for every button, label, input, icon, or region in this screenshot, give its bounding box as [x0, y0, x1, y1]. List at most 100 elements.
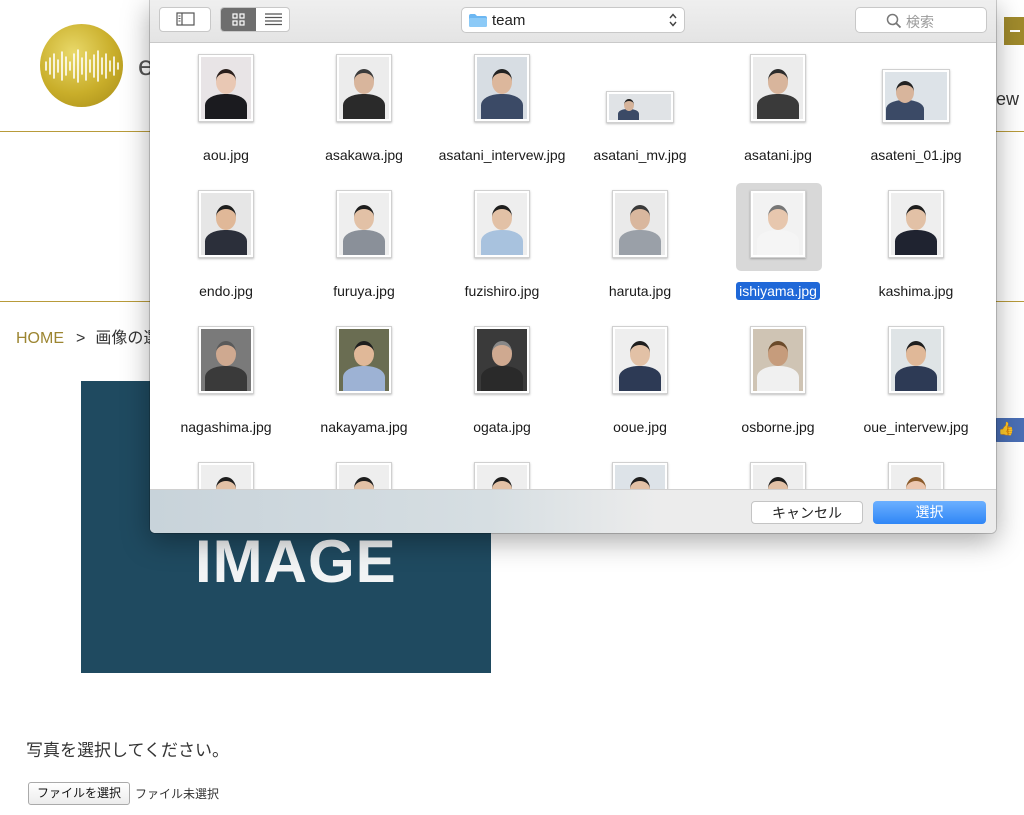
file-thumbnail[interactable]	[198, 54, 254, 122]
file-thumbnail[interactable]	[336, 190, 392, 258]
file-name-text: asatani_mv.jpg	[593, 147, 687, 163]
file-item[interactable]: ogata.jpg	[433, 325, 571, 445]
search-field[interactable]: 検索	[855, 7, 987, 33]
file-thumbnail[interactable]	[474, 462, 530, 489]
file-item[interactable]: oue_intervew.jpg	[847, 325, 985, 445]
file-item[interactable]: asatani_mv.jpg	[571, 53, 709, 173]
file-thumbnail[interactable]	[612, 462, 668, 489]
file-item[interactable]: asakawa.jpg	[295, 53, 433, 173]
select-photo-prompt: 写真を選択してください。	[26, 741, 229, 760]
file-name-label: asatani_mv.jpg	[571, 146, 709, 165]
file-item[interactable]	[847, 461, 985, 489]
photo-image	[201, 193, 251, 255]
file-status-text: ファイル未選択	[135, 787, 220, 801]
file-name-text: asatani_intervew.jpg	[438, 147, 566, 163]
file-name-text: asatani.jpg	[744, 147, 812, 163]
file-item[interactable]: ooue.jpg	[571, 325, 709, 445]
sidebar-toggle-button[interactable]	[159, 7, 211, 32]
facebook-like-button[interactable]: 👍	[994, 418, 1024, 442]
file-name-label: ishiyama.jpg	[709, 282, 847, 301]
file-name-text: osborne.jpg	[741, 419, 815, 435]
thumbs-up-icon: 👍	[998, 421, 1015, 436]
photo-image	[753, 193, 803, 255]
file-thumbnail[interactable]	[606, 91, 674, 123]
file-thumbnail[interactable]	[336, 326, 392, 394]
file-item[interactable]	[433, 461, 571, 489]
file-item[interactable]: ishiyama.jpg	[709, 189, 847, 309]
file-thumbnail[interactable]	[198, 190, 254, 258]
view-mode-segmented[interactable]	[220, 7, 290, 32]
file-item[interactable]: kashima.jpg	[847, 189, 985, 309]
file-item[interactable]: asatani.jpg	[709, 53, 847, 173]
cancel-button[interactable]: キャンセル	[751, 501, 863, 524]
file-item[interactable]: fuzishiro.jpg	[433, 189, 571, 309]
file-name-text: asakawa.jpg	[325, 147, 403, 163]
file-grid: aou.jpg asakawa.jpg asatani_intervew.jpg as…	[150, 42, 996, 489]
file-name-text: ogata.jpg	[473, 419, 531, 435]
file-thumbnail[interactable]	[612, 326, 668, 394]
icon-view-button[interactable]	[221, 8, 256, 31]
file-name-text: oue_intervew.jpg	[863, 419, 969, 435]
file-thumbnail[interactable]	[612, 190, 668, 258]
dialog-footer: キャンセル 選択	[150, 489, 996, 533]
file-item[interactable]: endo.jpg	[157, 189, 295, 309]
file-thumbnail[interactable]	[198, 326, 254, 394]
choose-file-button[interactable]: ファイルを選択	[28, 782, 131, 805]
file-thumbnail[interactable]	[888, 190, 944, 258]
file-item[interactable]: nakayama.jpg	[295, 325, 433, 445]
photo-image	[891, 193, 941, 255]
breadcrumb-home-link[interactable]: HOME	[16, 330, 64, 347]
site-logo[interactable]	[40, 24, 123, 107]
photo-image	[201, 465, 251, 489]
file-thumbnail[interactable]	[474, 326, 530, 394]
file-name-label: asatani.jpg	[709, 146, 847, 165]
file-name-label: asatani_intervew.jpg	[437, 146, 567, 165]
file-name-label: ogata.jpg	[433, 418, 571, 437]
sound-wave-icon	[45, 49, 119, 83]
file-thumbnail[interactable]	[888, 462, 944, 489]
file-thumbnail[interactable]	[882, 69, 950, 123]
file-item[interactable]: furuya.jpg	[295, 189, 433, 309]
file-item[interactable]	[295, 461, 433, 489]
photo-image	[609, 94, 671, 120]
photo-image	[885, 72, 947, 120]
file-name-label: fuzishiro.jpg	[433, 282, 571, 301]
file-item[interactable]: asatani_intervew.jpg	[433, 53, 571, 173]
folder-path-popup[interactable]: team	[461, 7, 685, 33]
file-item[interactable]: haruta.jpg	[571, 189, 709, 309]
file-item[interactable]: osborne.jpg	[709, 325, 847, 445]
list-view-button[interactable]	[256, 8, 289, 31]
file-thumbnail[interactable]	[750, 462, 806, 489]
file-name-text: ishiyama.jpg	[736, 282, 820, 300]
select-button[interactable]: 選択	[873, 501, 986, 524]
file-item[interactable]	[571, 461, 709, 489]
file-thumbnail[interactable]	[336, 462, 392, 489]
breadcrumb: HOME > 画像の選	[16, 324, 159, 348]
file-thumbnail[interactable]	[474, 54, 530, 122]
photo-image	[339, 57, 389, 119]
file-thumbnail[interactable]	[888, 326, 944, 394]
file-thumbnail[interactable]	[474, 190, 530, 258]
file-thumbnail[interactable]	[750, 326, 806, 394]
photo-image	[615, 465, 665, 489]
file-open-dialog: team 検索 aou.jpg asakawa.jpg asatani_interv…	[150, 0, 996, 533]
file-item[interactable]: nagashima.jpg	[157, 325, 295, 445]
file-thumbnail[interactable]	[198, 462, 254, 489]
photo-image	[753, 465, 803, 489]
file-name-text: nakayama.jpg	[320, 419, 408, 435]
file-item[interactable]: asateni_01.jpg	[847, 53, 985, 173]
file-item[interactable]	[157, 461, 295, 489]
file-thumbnail[interactable]	[750, 54, 806, 122]
header-nav-text[interactable]: ew	[996, 89, 1019, 110]
photo-image	[339, 329, 389, 391]
file-thumbnail[interactable]	[750, 190, 806, 258]
file-name-text: nagashima.jpg	[180, 419, 272, 435]
file-thumbnail[interactable]	[336, 54, 392, 122]
file-item[interactable]	[709, 461, 847, 489]
file-name-text: fuzishiro.jpg	[464, 283, 540, 299]
photo-image	[339, 193, 389, 255]
file-name-label: furuya.jpg	[295, 282, 433, 301]
file-item[interactable]: aou.jpg	[157, 53, 295, 173]
menu-button[interactable]	[1004, 17, 1024, 45]
photo-image	[339, 465, 389, 489]
